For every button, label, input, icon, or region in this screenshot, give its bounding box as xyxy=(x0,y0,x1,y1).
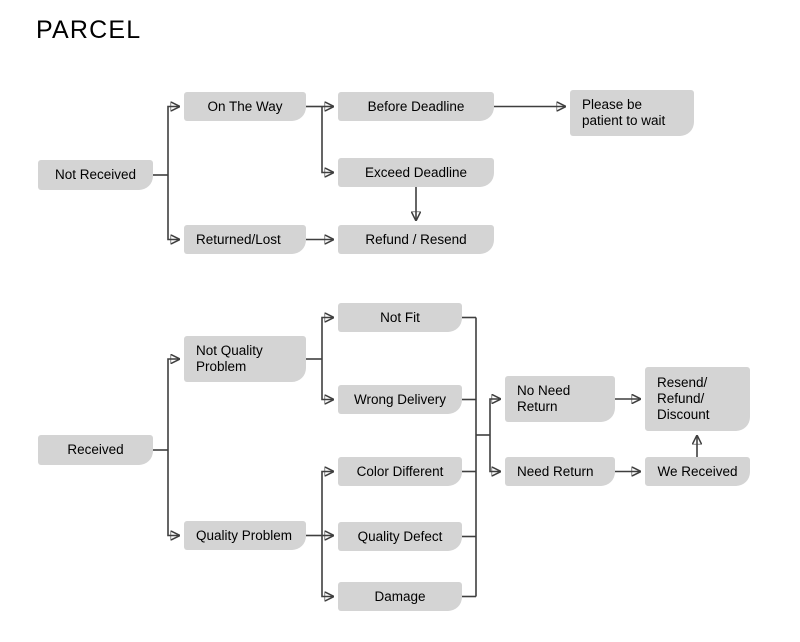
connector-merge-to-return-decision xyxy=(476,399,500,472)
node-need-return[interactable]: Need Return xyxy=(505,457,615,486)
node-we-received[interactable]: We Received xyxy=(645,457,750,486)
node-quality-defect[interactable]: Quality Defect xyxy=(338,522,462,551)
node-please-wait[interactable]: Please be patient to wait xyxy=(570,90,694,136)
connector-not-received-branch xyxy=(153,107,179,240)
node-not-fit[interactable]: Not Fit xyxy=(338,303,462,332)
node-color-different[interactable]: Color Different xyxy=(338,457,462,486)
node-refund-resend[interactable]: Refund / Resend xyxy=(338,225,494,254)
node-on-the-way[interactable]: On The Way xyxy=(184,92,306,121)
connector-quality-problem-branch xyxy=(306,472,333,597)
node-damage[interactable]: Damage xyxy=(338,582,462,611)
node-not-received[interactable]: Not Received xyxy=(38,160,153,190)
node-before-deadline[interactable]: Before Deadline xyxy=(338,92,494,121)
page-title: PARCEL xyxy=(36,16,142,44)
node-no-need-return[interactable]: No Need Return xyxy=(505,376,615,422)
node-returned-lost[interactable]: Returned/Lost xyxy=(184,225,306,254)
connector-not-quality-branch xyxy=(306,318,333,400)
node-quality-problem[interactable]: Quality Problem xyxy=(184,521,306,550)
node-wrong-delivery[interactable]: Wrong Delivery xyxy=(338,385,462,414)
connector-merge-bus xyxy=(462,316,477,598)
connector-on-the-way-branch xyxy=(306,107,333,173)
node-exceed-deadline[interactable]: Exceed Deadline xyxy=(338,158,494,187)
node-not-quality[interactable]: Not Quality Problem xyxy=(184,336,306,382)
connector-received-branch xyxy=(153,359,179,536)
flowchart-canvas: PARCEL Not Received On The Way Returned/… xyxy=(0,0,800,642)
node-received[interactable]: Received xyxy=(38,435,153,465)
node-resend-refund-discount[interactable]: Resend/ Refund/ Discount xyxy=(645,367,750,431)
